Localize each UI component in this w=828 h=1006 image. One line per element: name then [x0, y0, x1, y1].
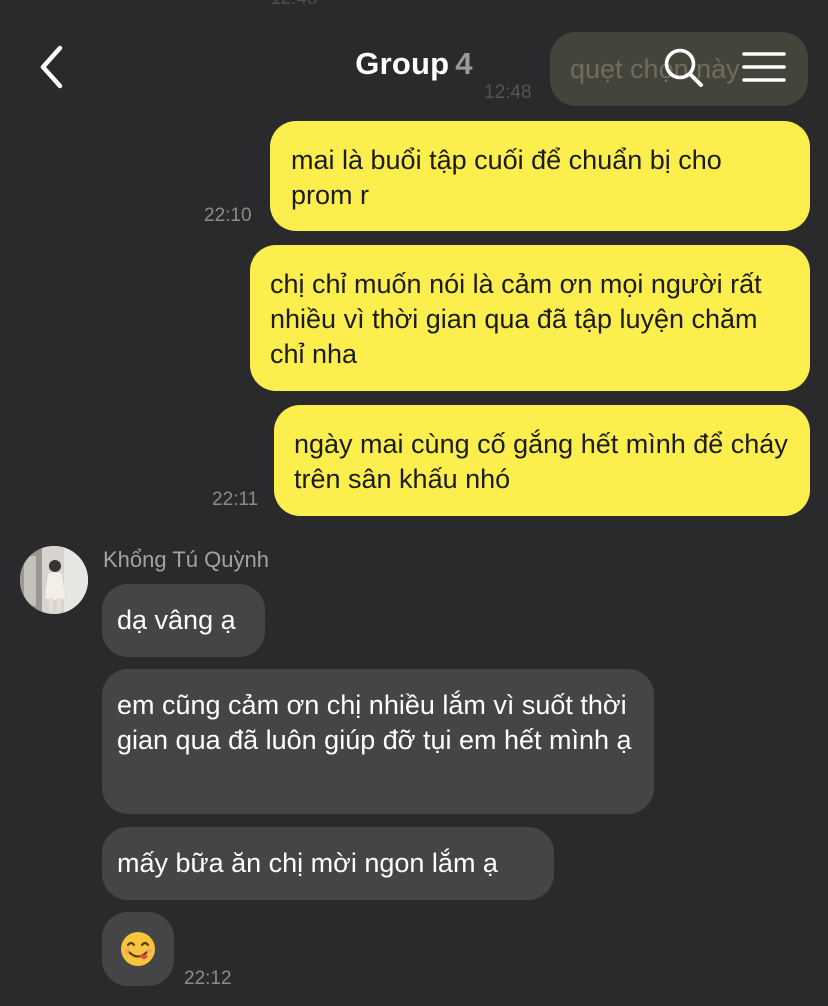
message-text: ngày mai cùng cố gắng hết mình để cháy t… — [294, 429, 788, 494]
avatar-photo — [20, 546, 88, 614]
message-text: dạ vâng ạ — [117, 605, 236, 635]
sender-name: Khổng Tú Quỳnh — [103, 547, 269, 572]
message-text: chị chỉ muốn nói là cảm ơn mọi người rất… — [270, 269, 762, 369]
message-time: 22:10 — [204, 205, 252, 226]
outgoing-message-bubble[interactable]: chị chỉ muốn nói là cảm ơn mọi người rất… — [250, 245, 810, 391]
sender-avatar[interactable] — [20, 546, 88, 614]
outgoing-message-bubble[interactable]: ngày mai cùng cố gắng hết mình để cháy t… — [274, 405, 810, 516]
previous-message-time-top: 12:48 — [270, 0, 318, 10]
incoming-message-bubble[interactable]: em cũng cảm ơn chị nhiều lắm vì suốt thờ… — [102, 669, 654, 814]
search-button[interactable] — [660, 44, 708, 92]
message-text: em cũng cảm ơn chị nhiều lắm vì suốt thờ… — [117, 690, 632, 755]
search-icon — [664, 48, 703, 87]
hamburger-menu-icon — [742, 52, 786, 82]
incoming-message-bubble[interactable]: dạ vâng ạ — [102, 584, 265, 657]
menu-button[interactable] — [740, 50, 788, 88]
incoming-emoji-bubble[interactable]: 😋 — [102, 912, 174, 986]
incoming-message-bubble[interactable]: mấy bữa ăn chị mời ngon lắm ạ — [102, 827, 554, 900]
group-name: Group — [355, 46, 450, 81]
yum-emoji-icon — [121, 932, 155, 966]
previous-message-time: 12:48 — [484, 82, 532, 103]
outgoing-message-bubble[interactable]: mai là buổi tập cuối để chuẩn bị cho pro… — [270, 121, 810, 231]
member-count: 4 — [455, 46, 473, 81]
message-time: 22:12 — [184, 968, 232, 989]
message-text: mai là buổi tập cuối để chuẩn bị cho pro… — [291, 145, 722, 210]
message-text: mấy bữa ăn chị mời ngon lắm ạ — [117, 848, 498, 878]
message-time: 22:11 — [212, 489, 259, 510]
